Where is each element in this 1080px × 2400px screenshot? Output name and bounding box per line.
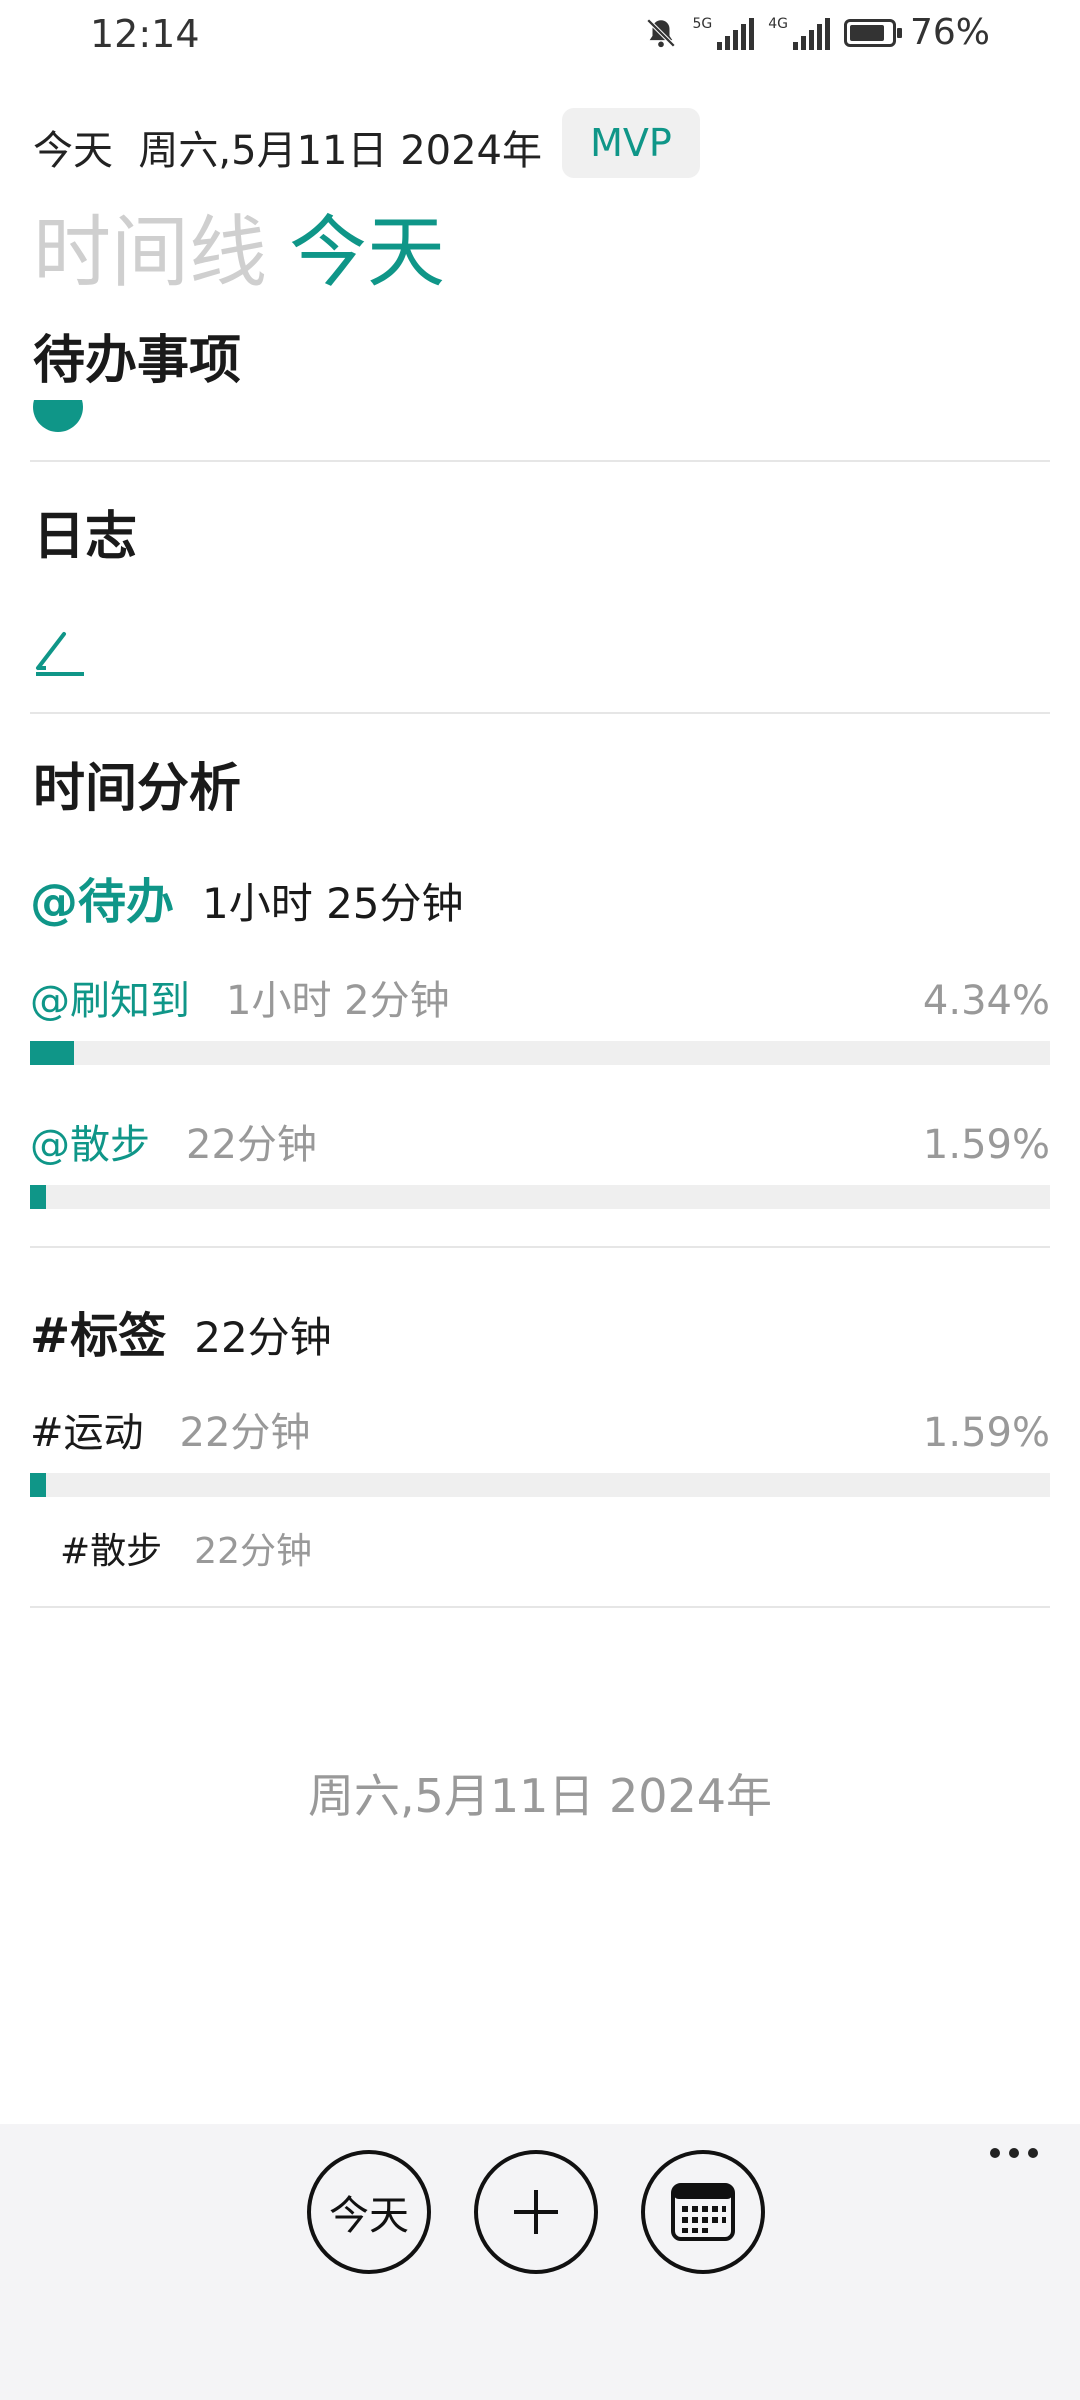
sub-tag-row[interactable]: #散步 22分钟	[60, 1522, 312, 1574]
divider	[30, 1606, 1050, 1608]
row-percent: 1.59%	[922, 1410, 1050, 1456]
row-duration: 22分钟	[179, 1410, 311, 1456]
row-duration: 22分钟	[186, 1122, 317, 1168]
progress-bar	[30, 1041, 1050, 1065]
signal-4g-icon: 4G	[768, 16, 830, 50]
todo-group-name: @待办	[30, 874, 175, 930]
signal-5g-icon: 5G	[692, 15, 755, 50]
progress-fill	[30, 1041, 75, 1065]
todo-add-indicator[interactable]	[33, 400, 83, 432]
todo-group-header: @待办 1小时 25分钟	[30, 862, 464, 932]
progress-fill	[30, 1185, 47, 1209]
tag-group-name: #标签	[30, 1308, 167, 1364]
row-name: @散步	[30, 1122, 150, 1168]
journal-section-title: 日志	[33, 507, 138, 567]
network-5g-label: 5G	[692, 15, 713, 32]
status-icons: 5G 4G 76%	[644, 12, 990, 53]
row-duration: 1小时 2分钟	[226, 978, 450, 1024]
tab-today[interactable]: 今天	[289, 190, 445, 302]
page-title: 时间线 今天	[33, 190, 445, 302]
divider	[30, 460, 1050, 462]
bottom-toolbar: 今天	[0, 2124, 1080, 2400]
divider	[30, 1246, 1050, 1248]
analysis-section-title: 时间分析	[33, 759, 242, 819]
calendar-icon	[671, 2183, 735, 2241]
more-icon[interactable]	[990, 2138, 1050, 2168]
battery-percent: 76%	[909, 12, 990, 53]
tag-group-duration: 22分钟	[194, 1313, 332, 1362]
pencil-icon[interactable]	[32, 628, 88, 678]
footer-date: 周六,5月11日 2024年	[307, 1769, 773, 1823]
progress-bar	[30, 1185, 1050, 1209]
row-name: @刷知到	[30, 978, 190, 1024]
date-line: 今天 周六,5月11日 2024年	[33, 128, 543, 174]
status-time: 12:14	[90, 12, 200, 56]
row-percent: 1.59%	[922, 1122, 1050, 1168]
analysis-row[interactable]: @刷知到 1小时 2分钟 4.34%	[30, 968, 1050, 1026]
battery-icon	[843, 18, 902, 47]
calendar-button[interactable]	[641, 2150, 765, 2274]
today-button[interactable]: 今天	[307, 2150, 431, 2274]
divider	[30, 712, 1050, 714]
analysis-row[interactable]: #运动 22分钟 1.59%	[30, 1400, 1050, 1458]
todo-group-duration: 1小时 25分钟	[202, 879, 464, 928]
progress-fill	[30, 1473, 47, 1497]
analysis-row[interactable]: @散步 22分钟 1.59%	[30, 1112, 1050, 1170]
todo-section-title: 待办事项	[33, 331, 242, 391]
sub-tag-name: #散步	[60, 1531, 163, 1572]
tab-timeline[interactable]: 时间线	[33, 190, 267, 302]
row-name: #运动	[30, 1410, 144, 1456]
bell-muted-icon	[647, 18, 676, 47]
network-4g-label: 4G	[768, 15, 788, 32]
mvp-badge[interactable]: MVP	[562, 108, 700, 178]
sub-tag-duration: 22分钟	[194, 1531, 312, 1572]
plus-icon	[514, 2190, 558, 2234]
tag-group-header: #标签 22分钟	[30, 1296, 332, 1366]
row-percent: 4.34%	[922, 978, 1050, 1024]
progress-bar	[30, 1473, 1050, 1497]
add-button[interactable]	[474, 2150, 598, 2274]
